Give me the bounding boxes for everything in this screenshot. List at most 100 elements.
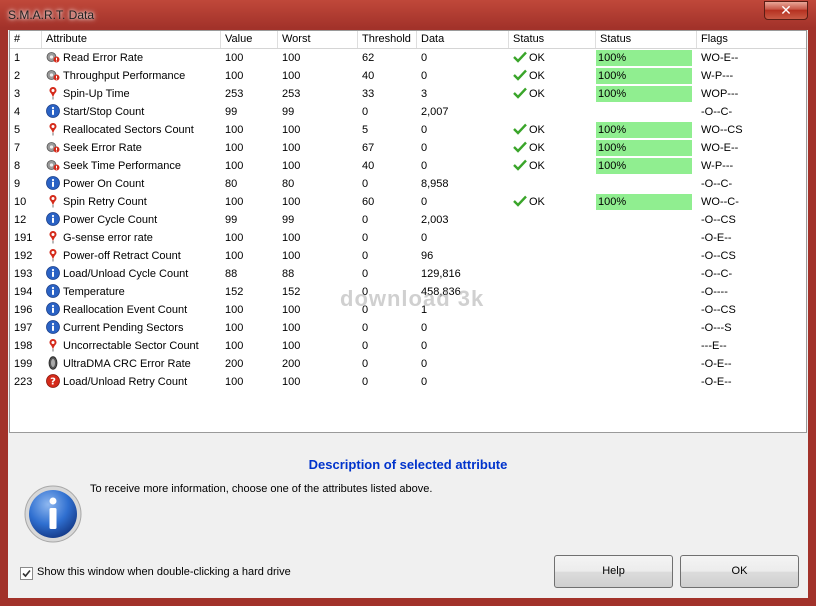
value-cell: 100 bbox=[225, 196, 244, 208]
table-row[interactable]: 192 Power-off Retract Count 100 100 0 96 -O--C… bbox=[10, 247, 806, 265]
worst-cell: 253 bbox=[282, 88, 301, 100]
value-cell: 100 bbox=[225, 160, 244, 172]
attribute-name-cell: Spin Retry Count bbox=[42, 193, 221, 211]
table-row[interactable]: 10 Spin Retry Count 100 100 60 0 OK 100% WO--C- bbox=[10, 193, 806, 211]
warning-pin-icon bbox=[46, 339, 63, 352]
table-row[interactable]: 197 Current Pending Sectors 100 100 0 0 -O---S bbox=[10, 319, 806, 337]
worst-cell: 100 bbox=[282, 322, 301, 334]
attribute-id-cell: 197 bbox=[14, 322, 33, 334]
table-row[interactable]: 191 G-sense error rate 100 100 0 0 -O-E-- bbox=[10, 229, 806, 247]
table-row[interactable]: 1 Read Error Rate 100 100 62 0 OK 100% WO-E-- bbox=[10, 49, 806, 67]
value-cell: 88 bbox=[225, 268, 238, 280]
status-cell: OK bbox=[509, 121, 596, 139]
col-data-header[interactable]: Data bbox=[417, 31, 509, 48]
ok-check-icon bbox=[513, 87, 527, 99]
attribute-name: Load/Unload Cycle Count bbox=[63, 268, 189, 280]
table-row[interactable]: 2 Throughput Performance 100 100 40 0 OK 100% W-… bbox=[10, 67, 806, 85]
critical-gear-icon bbox=[46, 70, 63, 82]
status-cell bbox=[509, 337, 596, 355]
attribute-name-cell: Uncorrectable Sector Count bbox=[42, 337, 221, 355]
status-cell bbox=[509, 247, 596, 265]
health-cell: 100% bbox=[596, 193, 697, 211]
health-cell bbox=[596, 319, 697, 337]
attribute-id-cell: 9 bbox=[14, 178, 21, 190]
table-row[interactable]: 199 UltraDMA CRC Error Rate 200 200 0 0 -O-E-- bbox=[10, 355, 806, 373]
attribute-name-cell: Temperature bbox=[42, 283, 221, 301]
close-button[interactable]: ✕ bbox=[764, 1, 808, 20]
col-threshold-header[interactable]: Threshold bbox=[358, 31, 417, 48]
data-cell: 3 bbox=[421, 88, 428, 100]
worst-cell: 100 bbox=[282, 70, 301, 82]
table-row[interactable]: 9 Power On Count 80 80 0 8,958 -O--C- bbox=[10, 175, 806, 193]
table-row[interactable]: 12 Power Cycle Count 99 99 0 2,003 -O--CS bbox=[10, 211, 806, 229]
flags-cell: W-P--- bbox=[701, 70, 734, 82]
table-row[interactable]: 3 Spin-Up Time 253 253 33 3 OK 100% WOP--- bbox=[10, 85, 806, 103]
ok-check-icon bbox=[513, 51, 527, 63]
flags-cell: -O--C- bbox=[701, 268, 733, 280]
threshold-cell: 0 bbox=[362, 178, 369, 190]
threshold-cell: 0 bbox=[362, 376, 369, 388]
status-cell bbox=[509, 229, 596, 247]
worst-cell: 100 bbox=[282, 340, 301, 352]
health-cell: 100% bbox=[596, 139, 697, 157]
info-large-icon bbox=[24, 485, 82, 543]
col-index-header[interactable]: # bbox=[10, 31, 42, 48]
worst-cell: 100 bbox=[282, 232, 301, 244]
attribute-name-cell: Reallocated Sectors Count bbox=[42, 121, 221, 139]
col-flags-header[interactable]: Flags bbox=[697, 31, 806, 48]
threshold-cell: 0 bbox=[362, 106, 369, 118]
col-health-header[interactable]: Status bbox=[596, 31, 697, 48]
threshold-cell: 0 bbox=[362, 358, 369, 370]
worst-cell: 100 bbox=[282, 376, 301, 388]
worst-cell: 100 bbox=[282, 142, 301, 154]
attribute-id-cell: 2 bbox=[14, 70, 21, 82]
show-window-checkbox[interactable] bbox=[20, 567, 33, 580]
smart-attribute-table[interactable]: # Attribute Value Worst Threshold Data Status S… bbox=[9, 30, 807, 433]
watermark: download 3k bbox=[340, 286, 485, 311]
status-cell bbox=[509, 103, 596, 121]
threshold-cell: 0 bbox=[362, 322, 369, 334]
table-row[interactable]: 223? Load/Unload Retry Count 100 100 0 0 -O-E-… bbox=[10, 373, 806, 391]
attribute-name-cell: UltraDMA CRC Error Rate bbox=[42, 355, 221, 373]
ok-button[interactable]: OK bbox=[680, 555, 799, 588]
show-window-checkbox-label[interactable]: Show this window when double-clicking a … bbox=[37, 566, 291, 578]
threshold-cell: 62 bbox=[362, 52, 375, 64]
col-status-header[interactable]: Status bbox=[509, 31, 596, 48]
value-cell: 100 bbox=[225, 340, 244, 352]
svg-text:?: ? bbox=[50, 377, 56, 388]
flags-cell: WOP--- bbox=[701, 88, 739, 100]
health-bar: 100% bbox=[596, 50, 692, 66]
attribute-name: Seek Error Rate bbox=[63, 142, 142, 154]
table-row[interactable]: 198 Uncorrectable Sector Count 100 100 0 0 ---… bbox=[10, 337, 806, 355]
table-row[interactable]: 4 Start/Stop Count 99 99 0 2,007 -O--C- bbox=[10, 103, 806, 121]
table-row[interactable]: 5 Reallocated Sectors Count 100 100 5 0 OK 100%… bbox=[10, 121, 806, 139]
description-text: To receive more information, choose one … bbox=[90, 483, 433, 495]
table-row[interactable]: 8 Seek Time Performance 100 100 40 0 OK 100% W-P… bbox=[10, 157, 806, 175]
health-bar: 100% bbox=[596, 86, 692, 102]
col-attribute-header[interactable]: Attribute bbox=[42, 31, 221, 48]
attribute-id-cell: 10 bbox=[14, 196, 27, 208]
data-cell: 0 bbox=[421, 322, 428, 334]
value-cell: 100 bbox=[225, 124, 244, 136]
flags-cell: -O-E-- bbox=[701, 376, 732, 388]
table-row[interactable]: 193 Load/Unload Cycle Count 88 88 0 129,816 -O… bbox=[10, 265, 806, 283]
threshold-cell: 0 bbox=[362, 250, 369, 262]
worst-cell: 100 bbox=[282, 250, 301, 262]
col-value-header[interactable]: Value bbox=[221, 31, 278, 48]
attribute-id-cell: 3 bbox=[14, 88, 21, 100]
flags-cell: -O--C- bbox=[701, 106, 733, 118]
status-cell: OK bbox=[509, 67, 596, 85]
table-row[interactable]: 7 Seek Error Rate 100 100 67 0 OK 100% WO-E-- bbox=[10, 139, 806, 157]
data-cell: 8,958 bbox=[421, 178, 449, 190]
health-cell bbox=[596, 265, 697, 283]
status-text: OK bbox=[529, 142, 545, 154]
attribute-id-cell: 193 bbox=[14, 268, 33, 280]
col-worst-header[interactable]: Worst bbox=[278, 31, 358, 48]
status-cell: OK bbox=[509, 193, 596, 211]
health-bar: 100% bbox=[596, 122, 692, 138]
help-button[interactable]: Help bbox=[554, 555, 673, 588]
flags-cell: WO-E-- bbox=[701, 52, 739, 64]
health-cell bbox=[596, 373, 697, 391]
title-bar[interactable]: S.M.A.R.T. Data ✕ bbox=[0, 0, 816, 30]
worst-cell: 100 bbox=[282, 160, 301, 172]
